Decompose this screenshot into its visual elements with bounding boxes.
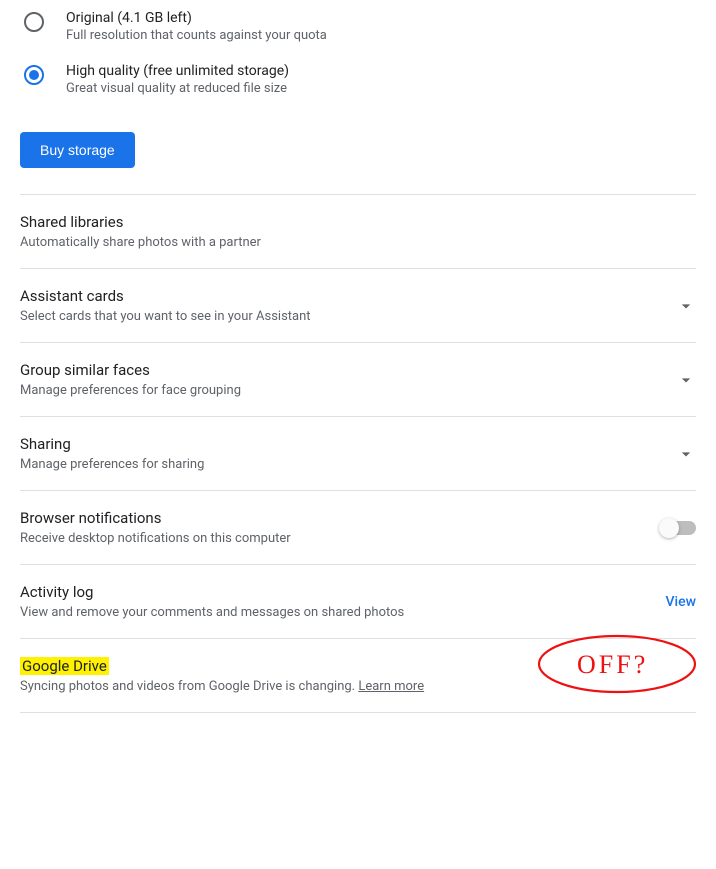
chevron-down-icon xyxy=(676,444,696,464)
upload-original-text: Original (4.1 GB left) Full resolution t… xyxy=(66,10,327,43)
upload-highquality-text: High quality (free unlimited storage) Gr… xyxy=(66,63,289,96)
upload-highquality-sub: Great visual quality at reduced file siz… xyxy=(66,81,289,96)
assistant-cards-sub: Select cards that you want to see in you… xyxy=(20,309,311,324)
upload-original-option[interactable]: Original (4.1 GB left) Full resolution t… xyxy=(20,0,696,53)
browser-notifications-sub: Receive desktop notifications on this co… xyxy=(20,531,291,546)
shared-libraries-section[interactable]: Shared libraries Automatically share pho… xyxy=(20,194,696,268)
browser-notifications-section: Browser notifications Receive desktop no… xyxy=(20,490,696,564)
upload-original-title: Original (4.1 GB left) xyxy=(66,10,327,26)
google-drive-title-highlight: Google Drive xyxy=(20,657,109,675)
google-drive-section: Google Drive Syncing photos and videos f… xyxy=(20,638,696,713)
assistant-cards-title: Assistant cards xyxy=(20,287,311,305)
upload-highquality-title: High quality (free unlimited storage) xyxy=(66,63,289,79)
browser-notifications-toggle[interactable] xyxy=(662,521,696,535)
group-faces-section[interactable]: Group similar faces Manage preferences f… xyxy=(20,342,696,416)
google-drive-title: Google Drive xyxy=(20,657,696,675)
buy-storage-button[interactable]: Buy storage xyxy=(20,132,135,168)
google-drive-sub-text: Syncing photos and videos from Google Dr… xyxy=(20,679,358,694)
google-drive-learn-more-link[interactable]: Learn more xyxy=(358,679,424,694)
activity-log-title: Activity log xyxy=(20,583,404,601)
sharing-sub: Manage preferences for sharing xyxy=(20,457,204,472)
shared-libraries-title: Shared libraries xyxy=(20,213,696,231)
shared-libraries-sub: Automatically share photos with a partne… xyxy=(20,235,696,250)
sharing-section[interactable]: Sharing Manage preferences for sharing xyxy=(20,416,696,490)
upload-highquality-option[interactable]: High quality (free unlimited storage) Gr… xyxy=(20,53,696,106)
radio-icon xyxy=(24,12,44,32)
browser-notifications-title: Browser notifications xyxy=(20,509,291,527)
group-faces-sub: Manage preferences for face grouping xyxy=(20,383,241,398)
chevron-down-icon xyxy=(676,296,696,316)
assistant-cards-section[interactable]: Assistant cards Select cards that you wa… xyxy=(20,268,696,342)
sharing-title: Sharing xyxy=(20,435,204,453)
group-faces-title: Group similar faces xyxy=(20,361,241,379)
upload-original-sub: Full resolution that counts against your… xyxy=(66,28,327,43)
activity-log-section: Activity log View and remove your commen… xyxy=(20,564,696,638)
google-drive-sub: Syncing photos and videos from Google Dr… xyxy=(20,679,696,694)
chevron-down-icon xyxy=(676,370,696,390)
activity-log-sub: View and remove your comments and messag… xyxy=(20,605,404,620)
activity-log-view-link[interactable]: View xyxy=(666,594,697,610)
radio-icon-selected xyxy=(24,65,44,85)
